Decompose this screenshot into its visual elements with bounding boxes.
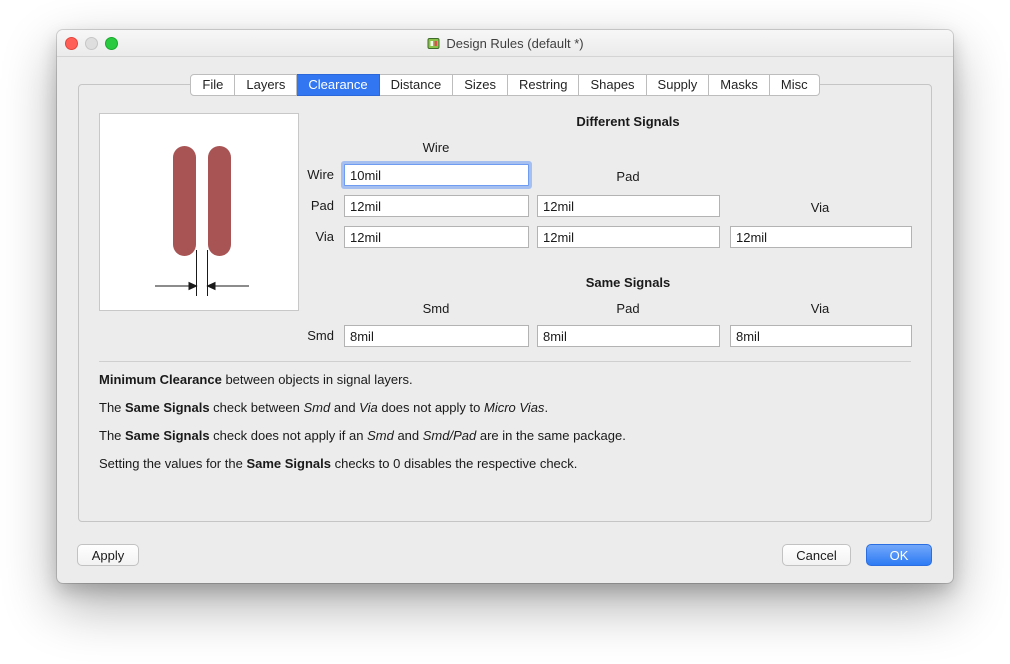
notes: Minimum Clearance between objects in sig…: [99, 372, 911, 484]
note-line: Setting the values for the Same Signals …: [99, 456, 578, 471]
tab-shapes[interactable]: Shapes: [579, 74, 647, 96]
different-signals-title: Different Signals: [576, 114, 680, 129]
apply-button[interactable]: Apply: [77, 544, 139, 566]
zoom-button[interactable]: [105, 37, 118, 50]
column-header-pad-same: Pad: [616, 301, 640, 316]
tab-clearance[interactable]: Clearance: [297, 74, 380, 96]
input-smd-smd[interactable]: [344, 325, 529, 347]
note-line: The Same Signals check between Smd and V…: [99, 400, 549, 415]
tab-distance[interactable]: Distance: [379, 74, 454, 96]
clearance-tab-panel: Different Signals Wire Pad Via Wire Pad …: [78, 84, 932, 522]
column-header-via: Via: [810, 200, 830, 215]
close-button[interactable]: [65, 37, 78, 50]
same-signals-title: Same Signals: [585, 275, 671, 290]
input-pad-wire[interactable]: [344, 195, 529, 217]
input-via-wire[interactable]: [344, 226, 529, 248]
row-label-smd: Smd: [307, 328, 334, 343]
tab-masks[interactable]: Masks: [709, 74, 770, 96]
note-line: Minimum Clearance between objects in sig…: [99, 372, 413, 387]
window-title: Design Rules (default *): [426, 35, 584, 51]
cancel-button[interactable]: Cancel: [782, 544, 851, 566]
minimize-button[interactable]: [85, 37, 98, 50]
design-rules-icon: [427, 37, 440, 49]
tab-restring[interactable]: Restring: [508, 74, 580, 96]
column-header-via-same: Via: [810, 301, 830, 316]
column-header-pad: Pad: [616, 169, 640, 184]
design-rules-window: Design Rules (default *) File Layers Clear…: [57, 30, 953, 583]
input-smd-via[interactable]: [730, 325, 912, 347]
window-title-text: Design Rules (default *): [446, 35, 584, 51]
row-label-pad: Pad: [310, 198, 334, 213]
tab-supply[interactable]: Supply: [646, 74, 710, 96]
tab-file[interactable]: File: [190, 74, 236, 96]
ok-button[interactable]: OK: [866, 544, 932, 566]
wire-bar-left: [173, 146, 196, 256]
notes-divider: [99, 361, 911, 362]
tab-layers[interactable]: Layers: [235, 74, 298, 96]
tab-bar: File Layers Clearance Distance Sizes Restring…: [57, 74, 953, 96]
tab-sizes[interactable]: Sizes: [453, 74, 509, 96]
tab-misc[interactable]: Misc: [769, 74, 820, 96]
column-header-wire: Wire: [422, 140, 450, 155]
dimension-annotation: [155, 250, 249, 296]
input-via-via[interactable]: [730, 226, 912, 248]
row-label-wire: Wire: [307, 167, 334, 182]
wire-bar-right: [208, 146, 231, 256]
row-label-via: Via: [315, 229, 334, 244]
input-pad-pad[interactable]: [537, 195, 720, 217]
traffic-lights: [65, 37, 118, 50]
note-line: The Same Signals check does not apply if…: [99, 428, 626, 443]
titlebar: Design Rules (default *): [57, 30, 953, 57]
input-via-pad[interactable]: [537, 226, 720, 248]
input-smd-pad[interactable]: [537, 325, 720, 347]
column-header-smd-same: Smd: [422, 301, 450, 316]
input-wire-wire[interactable]: [344, 164, 529, 186]
